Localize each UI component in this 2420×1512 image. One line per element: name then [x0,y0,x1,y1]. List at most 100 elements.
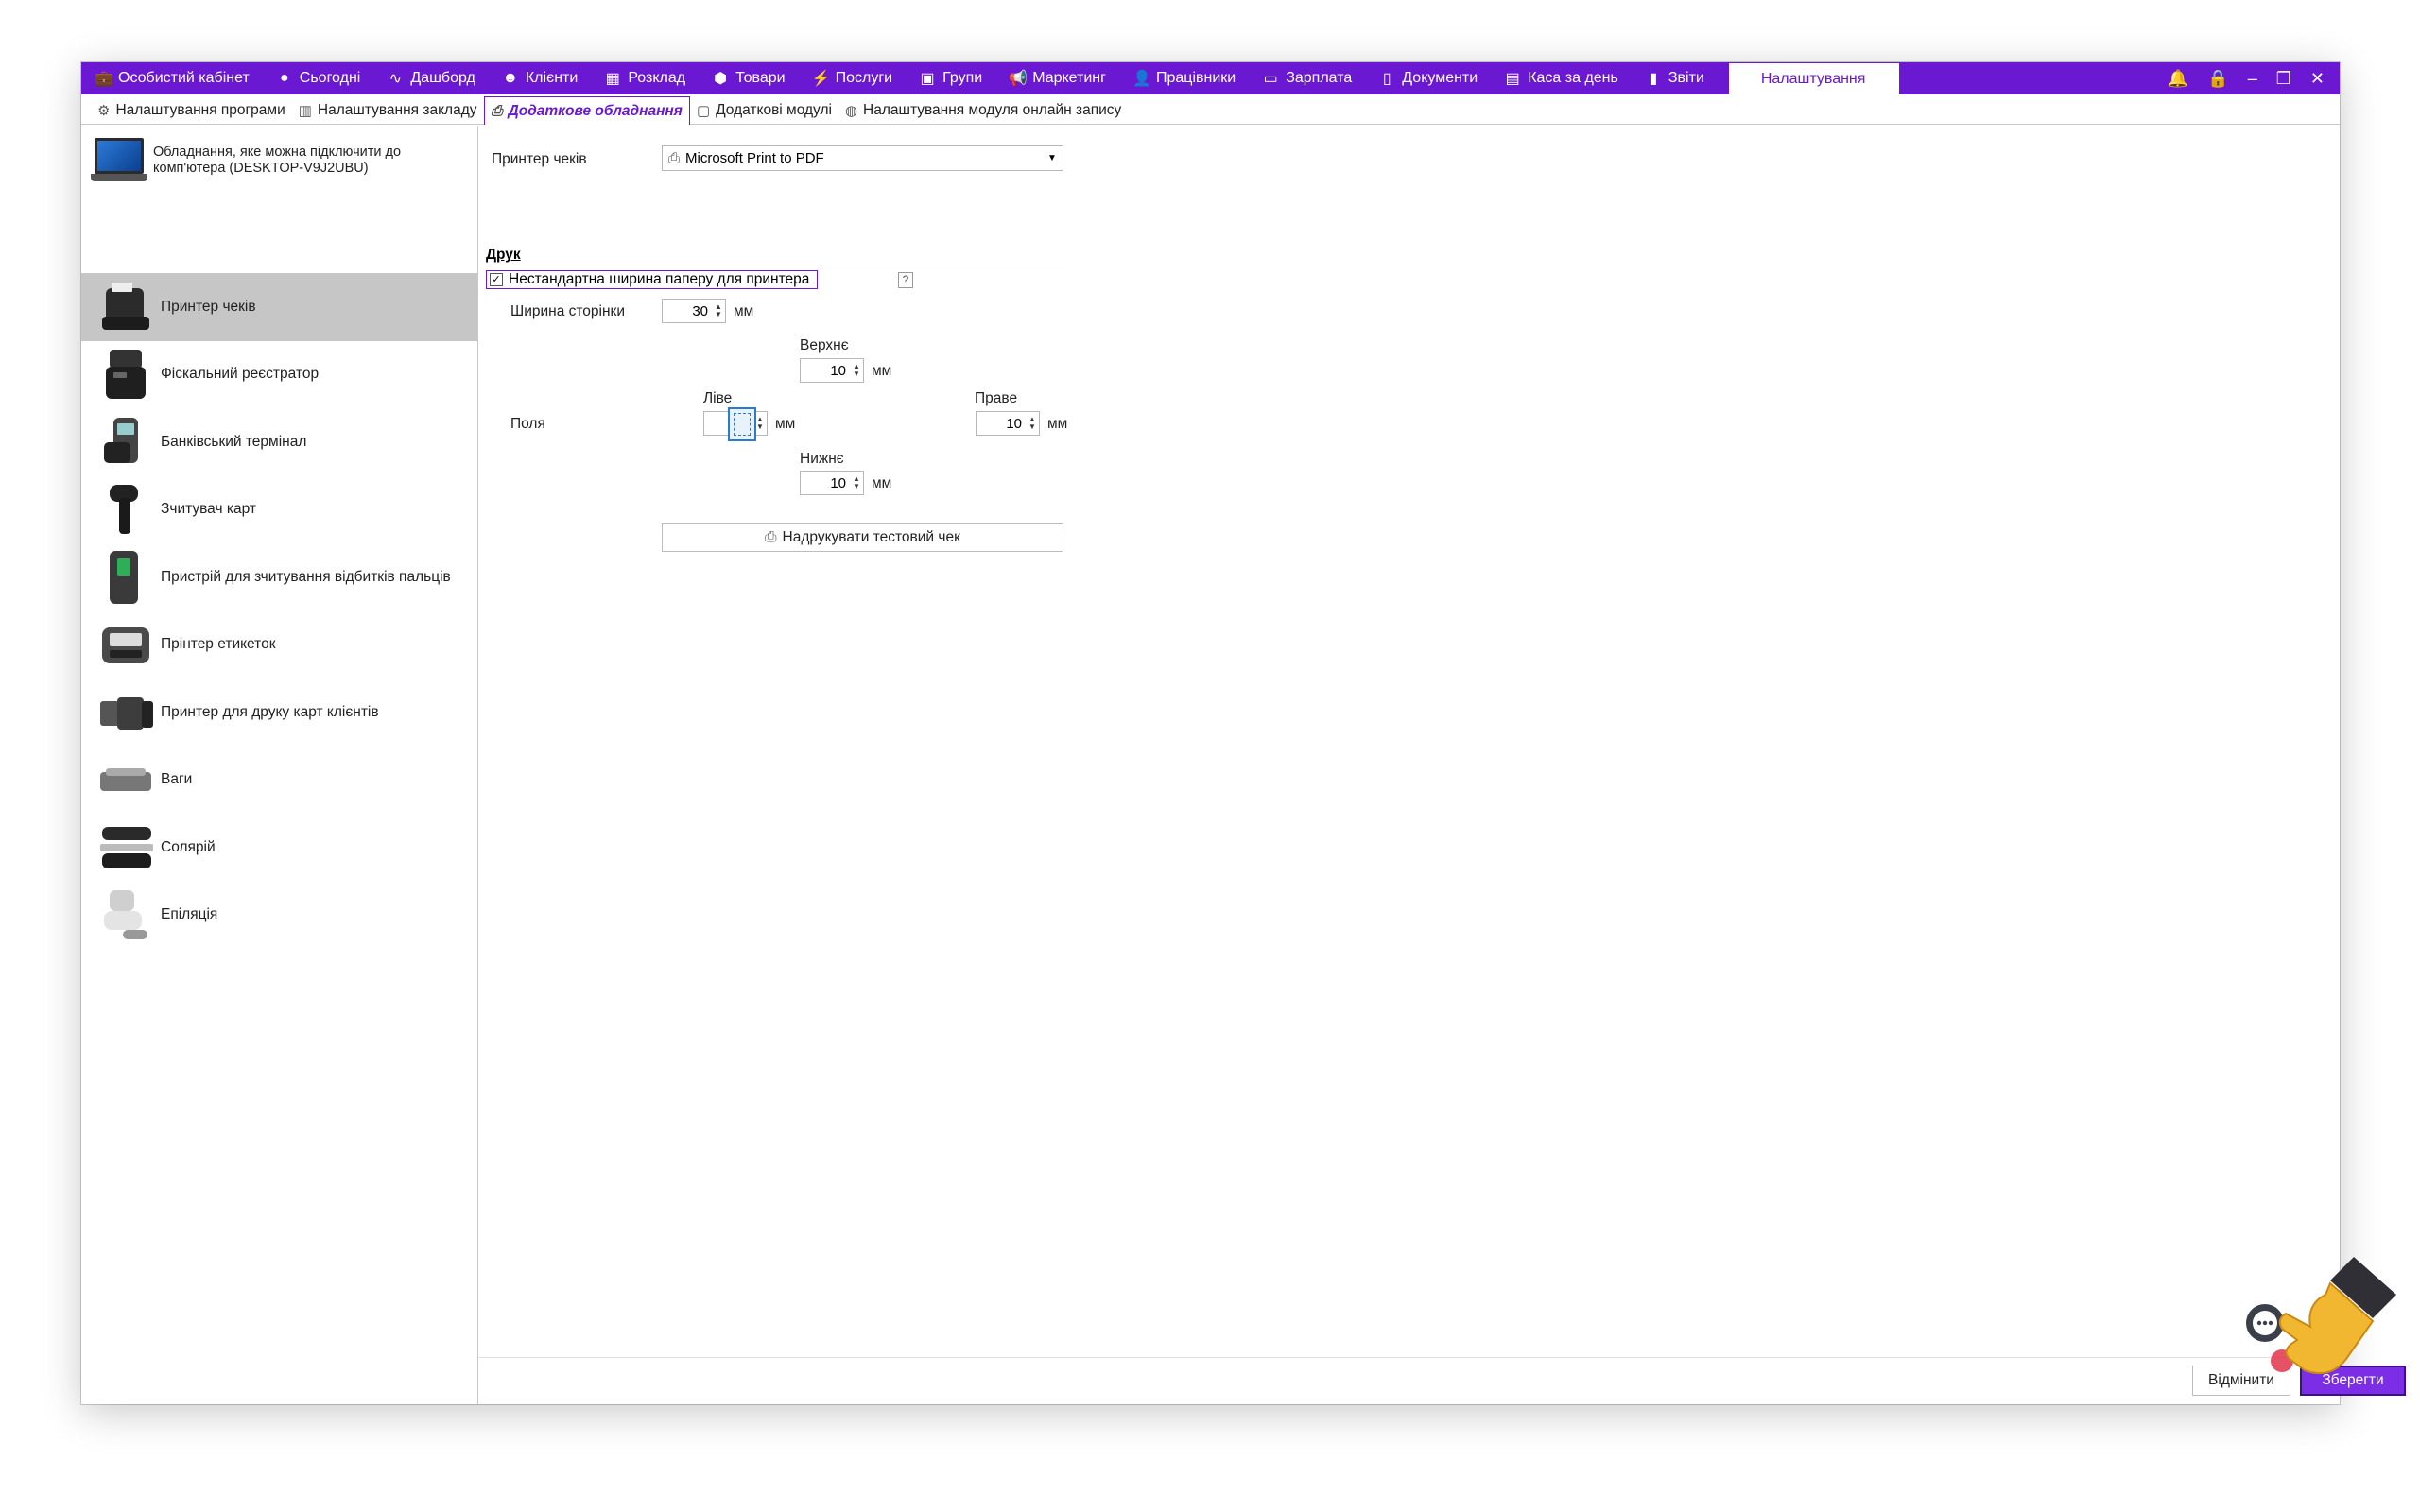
nav-item-4[interactable]: ▦ Розклад [591,62,699,94]
device-item-label: Зчитувач карт [161,501,256,518]
right-margin-stepper[interactable]: 10 ▲ ▼ [976,411,1040,436]
device-item[interactable]: Ваги [81,747,477,815]
help-icon[interactable]: ? [898,272,913,288]
device-item[interactable]: Фіскальний реєстратор [81,341,477,409]
nav-item-label: Клієнти [525,70,579,86]
device-item-label: Принтер для друку карт клієнтів [161,703,379,720]
device-item-label: Солярій [161,838,216,855]
left-margin-label: Ліве [703,390,733,406]
window-controls: 🔔 🔒 – ❐ ✕ [2168,62,2340,94]
top-margin-value: 10 [830,362,846,379]
device-item-label: Епіляція [161,906,218,923]
bar-chart-icon: ▮ [1649,71,1658,87]
device-item[interactable]: Банківський термінал [81,408,477,476]
device-list: Принтер чеків Фіскальний реєстратор Банків… [81,273,477,949]
megaphone-icon: 📢 [1009,71,1028,87]
nav-item-label: Маркетинг [1032,70,1106,86]
nav-item-label: Розклад [628,70,686,86]
nav-item-3[interactable]: ☻ Клієнти [489,62,591,94]
nav-item-10[interactable]: ▭ Зарплата [1249,62,1365,94]
device-item[interactable]: Солярій [81,814,477,882]
box-icon: ⬢ [714,71,728,87]
page-width-stepper[interactable]: 30 ▲ ▼ [662,299,726,323]
subtab-0[interactable]: ⚙ Налаштування програми [91,96,292,124]
nav-item-5[interactable]: ⬢ Товари [699,62,798,94]
pulse-icon: ∿ [389,71,403,87]
nav-item-2[interactable]: ∿ Дашборд [373,62,489,94]
device-item[interactable]: Зчитувач карт [81,476,477,544]
device-item[interactable]: Принтер для друку карт клієнтів [81,679,477,747]
restore-icon[interactable]: ❐ [2276,69,2291,89]
nav-item-label: Документи [1402,70,1478,86]
app-window: 💼 Особистий кабінет ● Сьогодні ∿ Дашборд ☻ Кліє… [81,62,2406,1404]
device-item[interactable]: Пристрій для зчитування відбитків пальці… [81,543,477,611]
bottom-margin-value: 10 [830,474,846,491]
subtab-3[interactable]: ▢ Додаткові модулі [690,96,838,124]
page-width-value: 30 [692,302,708,319]
nonstandard-width-checkbox[interactable]: ✓ Нестандартна ширина паперу для принтер… [486,270,819,289]
lock-icon[interactable]: 🔒 [2207,69,2228,89]
page-width-unit: мм [734,303,754,319]
device-item[interactable]: Принтер чеків [81,273,477,341]
nav-item-11[interactable]: ▯ Документи [1365,62,1491,94]
device-item[interactable]: Прінтер етикеток [81,611,477,679]
nav-item-9[interactable]: 👤 Працівники [1119,62,1249,94]
right-margin-value: 10 [1006,415,1022,432]
nav-item-label: Послуги [835,70,893,86]
nav-item-1[interactable]: ● Сьогодні [263,62,374,94]
nav-item-0[interactable]: 💼 Особистий кабінет [81,62,263,94]
close-icon[interactable]: ✕ [2310,69,2325,89]
cancel-button[interactable]: Відмінити [2192,1366,2290,1396]
card-reader-icon [96,481,155,538]
subtab-4[interactable]: ◍ Налаштування модуля онлайн запису [838,96,1128,124]
fiscal-register-icon [96,346,155,403]
save-button[interactable]: Зберегти [2300,1366,2406,1396]
print-section-title: Друк [486,247,1066,266]
nav-item-13[interactable]: ▮ Звіти [1632,62,1718,94]
device-item-label: Пристрій для зчитування відбитків пальці… [161,568,451,585]
device-item-label: Ваги [161,771,193,788]
module-icon: ▢ [696,102,711,119]
device-item[interactable]: Епіляція [81,882,477,950]
right-margin-label: Праве [975,390,1018,406]
bottom-margin-stepper[interactable]: 10 ▲ ▼ [800,471,864,495]
minimize-icon[interactable]: – [2248,69,2257,89]
bell-icon[interactable]: 🔔 [2168,69,2188,89]
checkbox-check-icon: ✓ [490,273,503,286]
fingerprint-reader-icon [96,549,155,606]
image-icon: ▣ [920,71,935,87]
printer-select[interactable]: ⎙ Microsoft Print to PDF ▼ [662,145,1063,171]
scales-icon [96,751,155,808]
subtab-2[interactable]: ⎙ Додаткове обладнання [483,96,690,125]
money-icon: ▭ [1263,71,1278,87]
spin-arrows-icon: ▲ ▼ [853,474,860,490]
tab-settings[interactable]: Налаштування [1728,63,1900,94]
nonstandard-width-label: Нестандартна ширина паперу для принтера [509,271,810,287]
nav-item-6[interactable]: ⚡ Послуги [799,62,907,94]
nav-item-7[interactable]: ▣ Групи [906,62,995,94]
print-test-receipt-label: Надрукувати тестовий чек [782,528,960,545]
nav-item-label: Дашборд [410,70,475,86]
nav-item-12[interactable]: ▤ Каса за день [1491,62,1632,94]
card-printer-icon [96,684,155,741]
spin-arrows-icon: ▲ ▼ [853,362,860,378]
nav-item-label: Звіти [1668,70,1704,86]
settings-subtabs: ⚙ Налаштування програми ▥ Налаштування закл… [81,96,2340,125]
page-width-label: Ширина сторінки [510,303,625,319]
chevron-down-icon: ▼ [1047,152,1057,163]
nav-item-8[interactable]: 📢 Маркетинг [995,62,1119,94]
device-item-label: Фіскальний реєстратор [161,366,320,383]
printer-label: Принтер чеків [492,151,587,167]
solarium-icon [96,819,155,876]
print-test-receipt-button[interactable]: ⎙ Надрукувати тестовий чек [662,523,1063,552]
device-item-label: Принтер чеків [161,298,256,315]
equipment-sidebar: Обладнання, яке можна підключити до комп… [81,126,478,1404]
device-item-label: Банківський термінал [161,433,307,450]
sidebar-header-text: Обладнання, яке можна підключити до комп… [153,145,402,176]
nav-item-label: Сьогодні [299,70,361,86]
top-margin-stepper[interactable]: 10 ▲ ▼ [800,358,864,383]
subtab-1[interactable]: ▥ Налаштування закладу [292,96,484,124]
spin-arrows-icon: ▲ ▼ [1028,415,1036,431]
bottom-margin-label: Нижнє [800,451,844,467]
nav-item-label: Особистий кабінет [118,70,250,86]
